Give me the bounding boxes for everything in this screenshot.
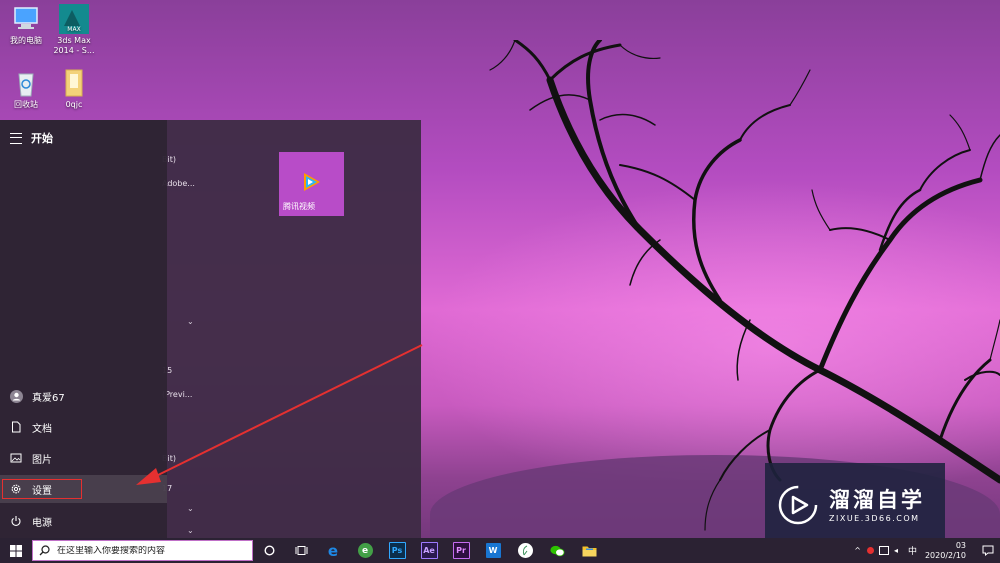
feather-icon [517, 543, 533, 558]
start-menu: 腾讯视频 Bit) Adobe... ⌄ 15 (Previ... Bit) 1… [0, 120, 421, 538]
hamburger-icon [10, 132, 22, 144]
clock[interactable]: 03 2020/2/10 [925, 541, 966, 561]
desktop-icon-folder[interactable]: 0qjc [48, 68, 100, 110]
desktop-icon-label: 0qjc [65, 100, 83, 109]
tile-tencent-video[interactable]: 腾讯视频 [279, 152, 344, 216]
wps-icon: W [485, 543, 501, 558]
taskbar-app-wps[interactable]: W [477, 538, 509, 563]
start-rail: 开始 真爱67 文档 图片 设置 电源 [0, 120, 167, 538]
chevron-down-icon[interactable]: ⌄ [187, 317, 194, 326]
user-name: 真爱67 [32, 392, 65, 404]
taskbar-app-explorer[interactable] [573, 538, 605, 563]
watermark-url: ZIXUE.3D66.COM [829, 513, 920, 523]
cortana-button[interactable] [253, 538, 285, 563]
system-tray: ^ ◂ 中 03 2020/2/10 [854, 538, 1000, 563]
edge-icon: e [327, 541, 339, 560]
taskbar-app-photoshop[interactable]: Ps [381, 538, 413, 563]
taskbar-app-edge[interactable]: e [317, 538, 349, 563]
taskbar-search[interactable] [32, 540, 253, 561]
rail-item-documents[interactable]: 文档 [0, 413, 167, 441]
search-input[interactable] [57, 545, 237, 556]
browser-icon: e [357, 543, 373, 558]
tray-network-icon[interactable] [878, 546, 889, 555]
ime-indicator[interactable]: 中 [908, 544, 917, 557]
task-view-icon [295, 546, 307, 555]
search-icon [39, 545, 53, 556]
desktop-icon-recycle-bin[interactable]: 回收站 [0, 68, 52, 110]
3ds-max-icon: MAX [58, 4, 90, 34]
taskbar: e e Ps Ae Pr W ^ ◂ 中 03 2020/2/10 [0, 538, 1000, 563]
svg-text:MAX: MAX [67, 26, 80, 33]
folder-icon [58, 68, 90, 98]
desktop-icon-my-computer[interactable]: 我的电脑 [0, 4, 52, 46]
windows-start-button[interactable] [0, 538, 32, 563]
recycle-bin-icon [10, 68, 42, 98]
computer-icon [10, 4, 42, 34]
windows-logo-icon [10, 544, 22, 557]
rail-item-pictures[interactable]: 图片 [0, 444, 167, 472]
taskbar-app-browser[interactable]: e [349, 538, 381, 563]
premiere-icon: Pr [452, 542, 470, 559]
chevron-down-icon[interactable]: ⌄ [187, 526, 194, 535]
photoshop-icon: Ps [388, 542, 406, 559]
watermark-badge: 溜溜自学 ZIXUE.3D66.COM [765, 463, 945, 547]
desktop-icon-label: 3ds Max 2014 - S... [53, 36, 95, 55]
clock-date: 2020/2/10 [924, 550, 966, 560]
rail-item-label: 文档 [32, 423, 52, 435]
desktop-icon-label: 我的电脑 [10, 36, 42, 45]
desktop-icon-label: 回收站 [14, 100, 38, 109]
tray-app-icon[interactable] [866, 547, 874, 554]
rail-item-power[interactable]: 电源 [0, 507, 167, 535]
avatar [9, 389, 23, 403]
after-effects-icon: Ae [420, 542, 438, 559]
notification-button[interactable] [976, 545, 1000, 556]
rail-item-label: 电源 [32, 517, 52, 529]
watermark-title: 溜溜自学 [829, 487, 925, 512]
play-logo-icon [778, 485, 818, 525]
start-header[interactable]: 开始 [10, 130, 53, 146]
tencent-video-icon [304, 173, 320, 191]
settings-highlight-box [2, 479, 82, 499]
picture-icon [9, 451, 23, 465]
tile-label: 腾讯视频 [283, 202, 315, 211]
rail-item-user[interactable]: 真爱67 [0, 382, 167, 410]
taskbar-app-wechat[interactable] [541, 538, 573, 563]
chevron-down-icon[interactable]: ⌄ [187, 504, 194, 513]
tray-chevron-up-icon[interactable]: ^ [854, 546, 861, 555]
task-view-button[interactable] [285, 538, 317, 563]
tray-volume-icon[interactable]: ◂ [894, 546, 898, 555]
taskbar-app-feather[interactable] [509, 538, 541, 563]
cortana-circle-icon [263, 545, 275, 556]
file-explorer-icon [582, 543, 597, 558]
taskbar-app-premiere[interactable]: Pr [445, 538, 477, 563]
desktop-icon-3ds-max[interactable]: MAX 3ds Max 2014 - S... [48, 4, 100, 56]
rail-item-label: 图片 [32, 454, 52, 466]
wechat-icon [549, 543, 565, 558]
start-title: 开始 [31, 132, 53, 145]
taskbar-app-after-effects[interactable]: Ae [413, 538, 445, 563]
clock-time: 03 [955, 540, 966, 550]
power-icon [9, 514, 23, 528]
notification-icon [982, 545, 994, 556]
document-icon [9, 420, 23, 434]
